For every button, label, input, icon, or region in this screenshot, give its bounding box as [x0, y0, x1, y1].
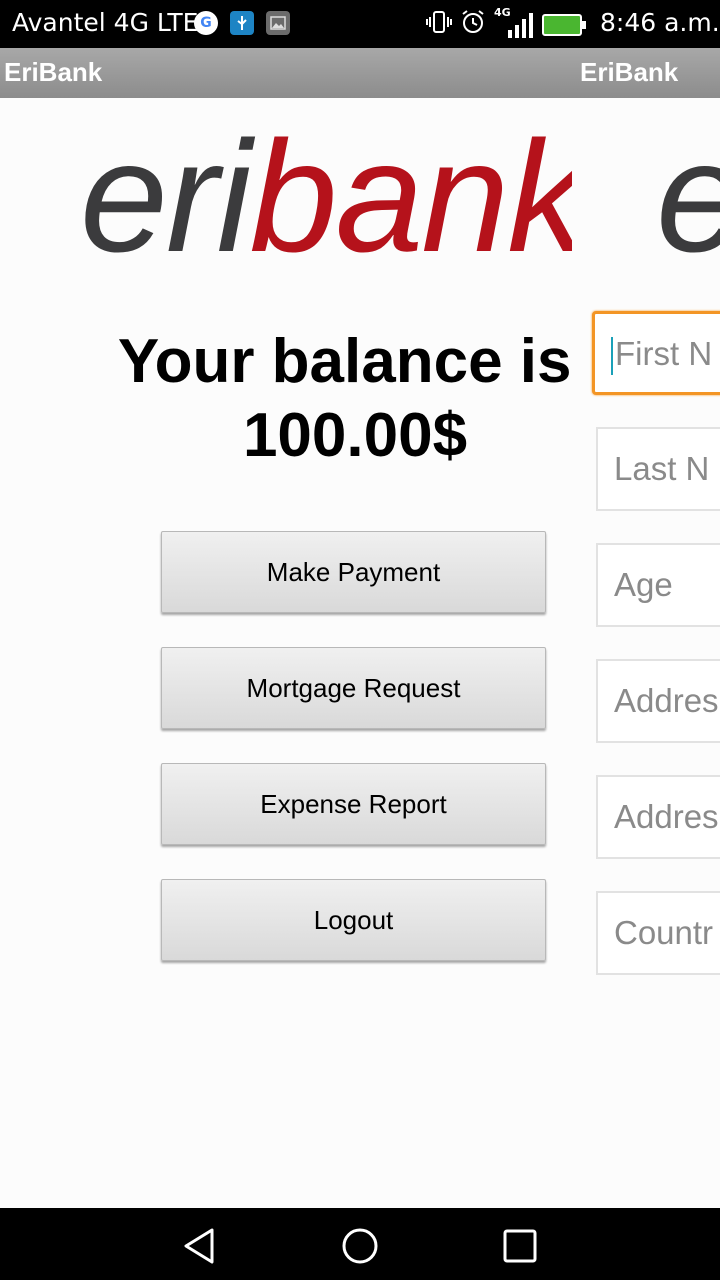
age-field[interactable]: Age [596, 543, 720, 627]
mortgage-request-button[interactable]: Mortgage Request [161, 647, 546, 729]
signal-icon: 4G [494, 6, 534, 40]
logo-part-bank: bank [249, 109, 572, 285]
recents-icon[interactable] [500, 1226, 540, 1266]
age-placeholder: Age [614, 566, 673, 603]
first-name-placeholder: First N [615, 335, 713, 372]
status-bar: Avantel 4G LTE G 4G 8:46 a.m. [0, 0, 720, 48]
usb-icon [230, 11, 254, 35]
google-icon: G [194, 11, 218, 35]
alarm-icon [460, 9, 486, 41]
address-1-field[interactable]: Addres [596, 659, 720, 743]
logout-button[interactable]: Logout [161, 879, 546, 961]
last-name-placeholder: Last N [614, 450, 710, 487]
balance-value: 100.00$ [242, 401, 468, 470]
title-bar: EriBank EriBank [0, 48, 720, 98]
expense-report-button[interactable]: Expense Report [161, 763, 546, 845]
back-icon[interactable] [180, 1226, 220, 1266]
address-1-placeholder: Addres [614, 682, 719, 719]
clock: 8:46 a.m. [600, 8, 720, 37]
app-title-right: EriBank [580, 57, 679, 87]
mortgage-form-screen: e First N Last N Age Addres Addres Count… [572, 98, 720, 1208]
balance-screen: eribank Your balance is: 100.00$ Make Pa… [0, 98, 572, 1208]
country-field[interactable]: Countr [596, 891, 720, 975]
carrier-label: Avantel 4G LTE [12, 8, 199, 37]
country-placeholder: Countr [614, 914, 714, 951]
navigation-bar [0, 1208, 720, 1280]
first-name-field[interactable]: First N [592, 311, 720, 395]
notification-icons: G [194, 11, 290, 35]
make-payment-button[interactable]: Make Payment [161, 531, 546, 613]
address-2-field[interactable]: Addres [596, 775, 720, 859]
text-cursor [611, 337, 613, 376]
balance-label: Your balance is: [117, 327, 572, 396]
app-window: Avantel 4G LTE G 4G 8:46 a.m. EriBank Er… [0, 0, 720, 1280]
battery-charging-icon [542, 14, 586, 36]
home-icon[interactable] [340, 1226, 380, 1266]
system-icons: 4G [426, 6, 586, 41]
last-name-field[interactable]: Last N [596, 427, 720, 511]
address-2-placeholder: Addres [614, 798, 719, 835]
eribank-logo: eribank [80, 118, 572, 276]
logo-part-eri: eri [80, 109, 252, 285]
eribank-logo-partial: e [656, 118, 720, 276]
gallery-icon [266, 11, 290, 35]
app-title-left: EriBank [4, 57, 103, 87]
vibrate-icon [426, 9, 452, 41]
